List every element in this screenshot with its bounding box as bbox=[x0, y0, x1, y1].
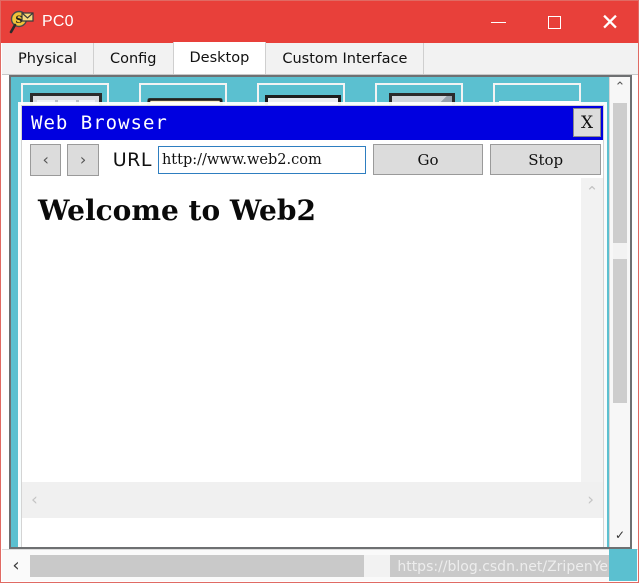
browser-viewport: Welcome to Web2 ⌃ ⌄ ‹ › bbox=[22, 178, 603, 518]
page-heading: Welcome to Web2 bbox=[38, 194, 316, 227]
minimize-button[interactable] bbox=[470, 1, 526, 43]
back-button[interactable]: ‹ bbox=[30, 143, 62, 176]
browser-horizontal-scrollbar[interactable]: ‹ › bbox=[22, 482, 603, 518]
scroll-left-icon[interactable]: ‹ bbox=[31, 490, 38, 510]
browser-toolbar: ‹ › URL Go Stop bbox=[22, 140, 603, 178]
desktop-scroll-down-icon[interactable]: ✓ bbox=[610, 523, 630, 547]
minimize-icon bbox=[490, 21, 506, 23]
tab-config[interactable]: Config bbox=[93, 43, 174, 74]
forward-button[interactable]: › bbox=[67, 143, 99, 176]
window-controls: ✕ bbox=[470, 1, 638, 43]
browser-title: Web Browser bbox=[31, 112, 168, 134]
desktop-scroll-up-icon[interactable]: ⌃ bbox=[610, 77, 630, 97]
tab-bar: Physical Config Desktop Custom Interface bbox=[2, 42, 638, 75]
main-scroll-left-icon[interactable]: ‹ bbox=[2, 551, 30, 581]
desktop-scroll-track[interactable] bbox=[610, 97, 630, 523]
maximize-icon bbox=[547, 15, 561, 29]
desktop-vertical-scrollbar[interactable]: ⌃ ✓ bbox=[609, 77, 630, 547]
packet-tracer-icon: S bbox=[9, 9, 35, 35]
browser-vertical-scrollbar[interactable]: ⌃ ⌄ bbox=[581, 178, 603, 518]
desktop-scroll-thumb[interactable] bbox=[613, 103, 627, 403]
close-icon: ✕ bbox=[600, 8, 620, 35]
close-button[interactable]: ✕ bbox=[582, 1, 638, 43]
scroll-up-icon[interactable]: ⌃ bbox=[586, 183, 599, 201]
main-horizontal-scrollbar[interactable]: ‹ › bbox=[2, 549, 638, 581]
tab-desktop[interactable]: Desktop bbox=[172, 42, 267, 74]
desktop-panel: Web Browser X ‹ › URL Go Stop Welcome to… bbox=[9, 75, 632, 549]
main-scroll-track[interactable] bbox=[30, 554, 610, 577]
stop-button[interactable]: Stop bbox=[490, 144, 602, 175]
browser-titlebar: Web Browser X bbox=[22, 106, 603, 140]
url-label: URL bbox=[112, 148, 152, 171]
url-input[interactable] bbox=[157, 145, 366, 174]
tab-physical[interactable]: Physical bbox=[2, 43, 94, 74]
scroll-thumb-grip bbox=[613, 243, 627, 259]
scrollbar-corner bbox=[609, 549, 637, 581]
web-browser-window: Web Browser X ‹ › URL Go Stop Welcome to… bbox=[21, 105, 604, 547]
tab-custom-interface[interactable]: Custom Interface bbox=[266, 43, 425, 74]
maximize-button[interactable] bbox=[526, 1, 582, 43]
browser-close-button[interactable]: X bbox=[573, 108, 601, 137]
main-scroll-thumb-gap bbox=[363, 554, 390, 577]
go-button[interactable]: Go bbox=[372, 144, 484, 175]
window-title: PC0 bbox=[42, 13, 74, 30]
scroll-right-icon[interactable]: › bbox=[587, 490, 594, 510]
window-titlebar: S PC0 ✕ bbox=[1, 1, 638, 43]
desktop-canvas[interactable]: Web Browser X ‹ › URL Go Stop Welcome to… bbox=[11, 77, 630, 547]
pc-configuration-window: S PC0 ✕ Physical Config Desktop Custom I… bbox=[0, 0, 639, 583]
